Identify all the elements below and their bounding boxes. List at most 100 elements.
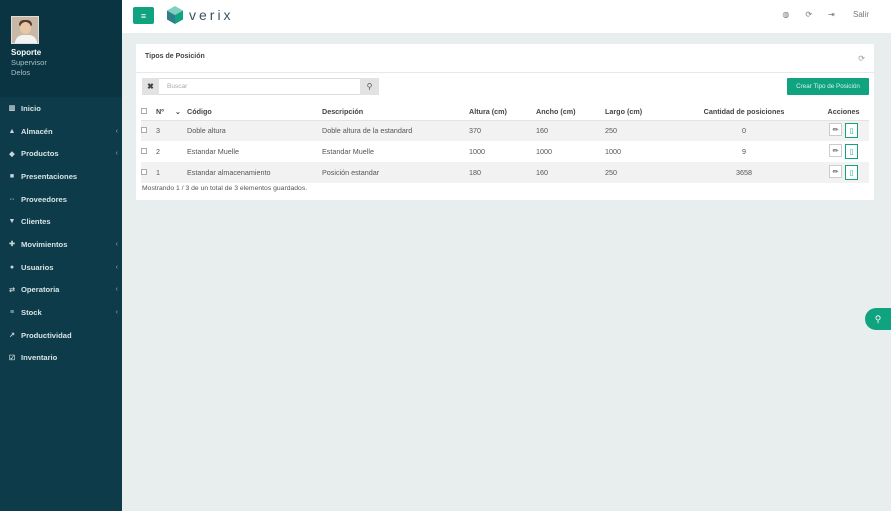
- users-icon: ●: [9, 263, 15, 271]
- cell-cantidad: 0: [670, 120, 818, 141]
- row-checkbox[interactable]: [141, 127, 147, 134]
- sidebar-item-usuarios[interactable]: ● Usuarios ‹: [0, 256, 122, 279]
- row-checkbox[interactable]: [141, 169, 147, 175]
- cell-descripcion: Estandar Muelle: [322, 147, 374, 156]
- delete-button[interactable]: ▯: [845, 165, 858, 180]
- brand-logo[interactable]: verix: [166, 5, 234, 25]
- sidebar-item-stock[interactable]: ≡ Stock ‹: [0, 301, 122, 324]
- search-group: ✖ Buscar ⚲: [142, 78, 379, 95]
- sidebar-item-presentaciones[interactable]: ■ Presentaciones: [0, 165, 122, 188]
- cell-ancho: 160: [536, 120, 605, 141]
- sidebar-menu: ▥ Inicio ▲ Almacén ‹ ◆ Productos ‹ ■ Presentacion…: [0, 97, 122, 369]
- create-position-type-button[interactable]: Crear Tipo de Posición: [787, 78, 869, 95]
- sidebar-item-label: Inventario: [21, 353, 58, 363]
- logout-label: Salir: [852, 10, 869, 19]
- profile-company: Delos: [11, 68, 31, 77]
- cell-descripcion: Doble altura de la estandard: [322, 120, 469, 141]
- chevron-left-icon: ‹: [115, 263, 118, 271]
- position-types-table: Nº ⌄ Código Descripción Altura (cm) Anch…: [141, 104, 869, 183]
- profile-name: Soporte: [11, 48, 42, 57]
- sidebar-item-clientes[interactable]: ▼ Clientes: [0, 210, 122, 233]
- sidebar-item-label: Operatoria: [21, 285, 60, 295]
- sidebar-item-label: Proveedores: [21, 194, 68, 204]
- panel-title: Tipos de Posición: [145, 53, 205, 60]
- pencil-icon: ✏: [832, 168, 839, 176]
- sidebar-item-operatoria[interactable]: ⇄ Operatoria ‹: [0, 279, 122, 302]
- cell-cantidad: 3658: [670, 162, 818, 183]
- sidebar-item-movimientos[interactable]: ✚ Movimientos ‹: [0, 233, 122, 256]
- globe-icon[interactable]: ◍: [782, 10, 789, 19]
- warehouse-icon: ▲: [8, 127, 16, 135]
- delete-button[interactable]: ▯: [845, 123, 858, 139]
- header-acciones: Acciones: [818, 104, 869, 121]
- sidebar-item-inventario[interactable]: ☑ Inventario: [0, 347, 122, 370]
- select-all-checkbox[interactable]: [141, 108, 147, 115]
- table-row[interactable]: 2 Estandar Muelle Estandar Muelle 1000 1000 1…: [141, 141, 869, 162]
- pencil-icon: ✏: [832, 126, 839, 134]
- chevron-left-icon: ‹: [115, 286, 118, 294]
- cell-largo: 250: [605, 120, 670, 141]
- avatar: [11, 16, 39, 44]
- cell-cantidad: 9: [742, 147, 746, 156]
- table-footer: Mostrando 1 / 3 de un total de 3 element…: [142, 185, 308, 192]
- refresh-icon[interactable]: ⟳: [805, 10, 812, 19]
- edit-button[interactable]: ✏: [829, 165, 842, 178]
- box-icon: ■: [9, 172, 15, 180]
- search-button[interactable]: ⚲: [360, 78, 379, 95]
- sidebar-item-label: Almacén: [21, 126, 53, 136]
- search-input[interactable]: Buscar: [159, 78, 360, 95]
- chart-icon: ▥: [8, 105, 16, 113]
- chevron-left-icon: ‹: [115, 127, 118, 135]
- cell-largo: 250: [605, 162, 670, 183]
- header-cantidad[interactable]: Cantidad de posiciones: [670, 104, 818, 121]
- cell-descripcion: Posición estandar: [322, 162, 469, 183]
- sidebar-item-almacen[interactable]: ▲ Almacén ‹: [0, 120, 122, 143]
- profile-role: Supervisor: [11, 58, 47, 67]
- table-row[interactable]: 1 Estandar almacenamiento Posición estanda…: [141, 162, 869, 183]
- sidebar-item-label: Presentaciones: [21, 171, 78, 181]
- cell-altura: 370: [469, 120, 536, 141]
- table-header-row: Nº ⌄ Código Descripción Altura (cm) Anch…: [141, 104, 869, 121]
- header-n[interactable]: Nº: [156, 104, 175, 121]
- cell-altura: 180: [469, 162, 536, 183]
- sidebar-item-proveedores[interactable]: ⇔ Proveedores: [0, 188, 122, 211]
- header-ancho[interactable]: Ancho (cm): [536, 104, 605, 121]
- sidebar-item-productividad[interactable]: ↗ Productividad: [0, 324, 122, 347]
- menu-toggle-button[interactable]: ≡: [133, 7, 154, 24]
- sort-chevron-icon[interactable]: ⌄: [175, 104, 187, 121]
- cell-ancho: 1000: [536, 147, 552, 156]
- table-row[interactable]: 3 Doble altura Doble altura de la estandar…: [141, 120, 869, 141]
- trash-icon: ▯: [849, 169, 854, 177]
- panel-refresh-icon[interactable]: ⟳: [858, 54, 865, 63]
- position-types-panel: Tipos de Posición ⟳ ✖ Buscar ⚲ Crear Tip…: [136, 44, 874, 200]
- sidebar-item-productos[interactable]: ◆ Productos ‹: [0, 142, 122, 165]
- delete-button[interactable]: ▯: [845, 144, 858, 159]
- edit-button[interactable]: ✏: [829, 123, 842, 137]
- header-descripcion[interactable]: Descripción: [322, 104, 469, 121]
- sidebar-item-label: Inicio: [21, 103, 41, 113]
- brand-name: verix: [189, 7, 234, 23]
- top-bar: ≡ verix ◍ ⟳ ⇥ Salir: [122, 0, 891, 33]
- floating-search-button[interactable]: ⚲: [865, 308, 891, 330]
- sidebar-item-inicio[interactable]: ▥ Inicio: [0, 97, 122, 120]
- sidebar-item-label: Movimientos: [21, 239, 68, 249]
- database-icon: ≡: [9, 309, 15, 317]
- cell-largo: 1000: [605, 147, 621, 156]
- chevron-left-icon: ‹: [115, 309, 118, 317]
- header-largo[interactable]: Largo (cm): [605, 104, 670, 121]
- sidebar-item-label: Productividad: [21, 330, 72, 340]
- trash-icon: ▯: [849, 127, 854, 135]
- user-profile: Soporte Supervisor Delos: [0, 0, 122, 97]
- cell-n: 3: [156, 120, 175, 141]
- hamburger-icon: ≡: [140, 10, 147, 21]
- header-codigo[interactable]: Código: [187, 104, 322, 121]
- clear-search-button[interactable]: ✖: [142, 78, 159, 95]
- chevron-left-icon: ‹: [115, 240, 118, 248]
- edit-button[interactable]: ✏: [829, 144, 842, 157]
- header-altura[interactable]: Altura (cm): [469, 104, 536, 121]
- row-checkbox[interactable]: [141, 148, 147, 154]
- cell-codigo: Estandar almacenamiento: [187, 162, 322, 183]
- logout-button[interactable]: ⇥ Salir: [828, 10, 869, 19]
- chevron-left-icon: ‹: [115, 150, 118, 158]
- handshake-icon: ⇔: [8, 195, 16, 203]
